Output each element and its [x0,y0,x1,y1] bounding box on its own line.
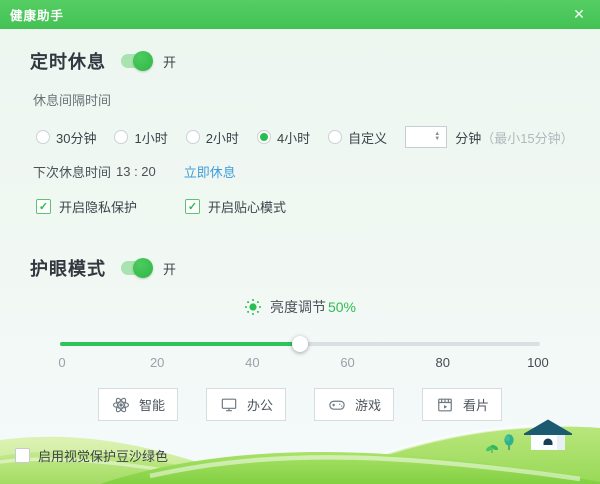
radio-label: 自定义 [348,130,388,146]
brightness-label: 亮度调节 [269,299,326,315]
brightness-value: 50% [327,299,357,315]
toggle-knob [133,258,153,278]
timed-rest-title: 定时休息 [30,52,106,72]
mode-smart-button[interactable]: 智能 [97,388,178,421]
radio-label: 2小时 [205,130,239,146]
tick-label: 20 [149,355,165,370]
tick-label: 100 [527,355,549,370]
checkbox-checked-icon: ✓ [185,199,201,214]
atom-icon [112,397,130,412]
interval-options-row: 30分钟 1小时 2小时 4小时 自定义 ▲ ▼ 分钟 （最小15分钟） [36,124,574,150]
checkbox-label: 开启隐私保护 [59,200,138,215]
slider-thumb[interactable] [292,336,308,352]
visual-protection-checkbox[interactable]: ✓ 启用视觉保护豆沙绿色 [15,446,168,465]
checkbox-unchecked-icon: ✓ [15,448,30,463]
radio-30min[interactable]: 30分钟 [36,128,96,147]
custom-minutes-input[interactable] [406,128,435,146]
radio-1hour[interactable]: 1小时 [114,128,168,147]
custom-unit-label: 分钟 [455,130,482,146]
mode-film-button[interactable]: 看片 [422,388,503,421]
window-title: 健康助手 [10,9,65,23]
radio-label: 30分钟 [56,130,97,146]
radio-label: 4小时 [276,130,311,146]
next-rest-time: 13 : 20 [116,164,156,179]
eye-protection-toggle[interactable] [121,258,153,278]
house-illustration [524,419,572,450]
checkbox-label: 开启贴心模式 [208,200,287,215]
mode-label: 智能 [138,398,165,413]
mode-label: 看片 [463,398,490,413]
tree-decoration [504,434,514,450]
radio-circle [36,130,50,144]
film-icon [438,398,452,411]
eye-protection-header: 护眼模式 开 [30,255,176,281]
radio-circle [114,130,129,144]
caring-mode-checkbox[interactable]: ✓ 开启贴心模式 [185,197,286,216]
custom-min-hint: （最小15分钟） [481,130,574,146]
titlebar: 健康助手 ✕ [0,0,600,29]
sprout-decoration [486,444,499,453]
health-assistant-window: 健康助手 ✕ 定时休息 开 休息间隔时间 30分钟 1小时 2小时 4小时 自定… [0,0,600,484]
slider-tick-labels: 0 20 40 60 80 100 [45,355,555,370]
interval-label-row: 休息间隔时间 [33,90,111,109]
mode-label: 游戏 [355,398,382,413]
stepper-arrows-icon[interactable]: ▲ ▼ [434,131,443,142]
radio-circle [256,130,271,144]
timed-rest-state: 开 [163,54,177,70]
radio-custom[interactable]: 自定义 [328,128,387,147]
radio-4hour[interactable]: 4小时 [256,128,311,147]
radio-circle [328,130,343,144]
brightness-row: 亮度调节 50% [0,297,600,317]
next-rest-row: 下次休息时间 13 : 20 立即休息 [33,162,236,181]
monitor-icon [221,398,237,411]
tick-label: 60 [340,355,355,370]
rest-checkboxes-row: ✓ 开启隐私保护 ✓ 开启贴心模式 [36,197,286,216]
tick-label: 80 [435,355,450,370]
tick-label: 40 [245,355,260,370]
gamepad-icon [329,400,345,410]
radio-label: 1小时 [134,130,168,146]
radio-2hour[interactable]: 2小时 [185,128,239,147]
mode-office-button[interactable]: 办公 [205,388,286,421]
slider-fill [60,342,300,346]
rest-now-link[interactable]: 立即休息 [184,162,236,181]
timed-rest-toggle[interactable] [121,51,153,71]
mode-label: 办公 [246,398,273,413]
visual-protection-row: ✓ 启用视觉保护豆沙绿色 [15,446,168,465]
timed-rest-header: 定时休息 开 [30,48,176,74]
checkbox-label: 启用视觉保护豆沙绿色 [38,449,169,464]
interval-label: 休息间隔时间 [33,93,112,108]
eye-protection-title: 护眼模式 [30,259,106,279]
checkbox-checked-icon: ✓ [36,199,51,214]
radio-circle [185,130,200,144]
brightness-slider[interactable] [60,336,540,352]
mode-buttons-row: 智能 办公 游戏 看片 [0,388,600,421]
custom-minutes-stepper[interactable]: ▲ ▼ [405,126,448,148]
eye-protection-state: 开 [163,261,177,277]
toggle-knob [133,51,153,71]
tick-label: 0 [58,355,66,370]
brightness-sun-icon [244,299,261,315]
next-rest-label: 下次休息时间 [33,165,112,180]
close-icon[interactable]: ✕ [568,6,590,23]
privacy-protection-checkbox[interactable]: ✓ 开启隐私保护 [36,197,137,216]
mode-game-button[interactable]: 游戏 [314,388,395,421]
